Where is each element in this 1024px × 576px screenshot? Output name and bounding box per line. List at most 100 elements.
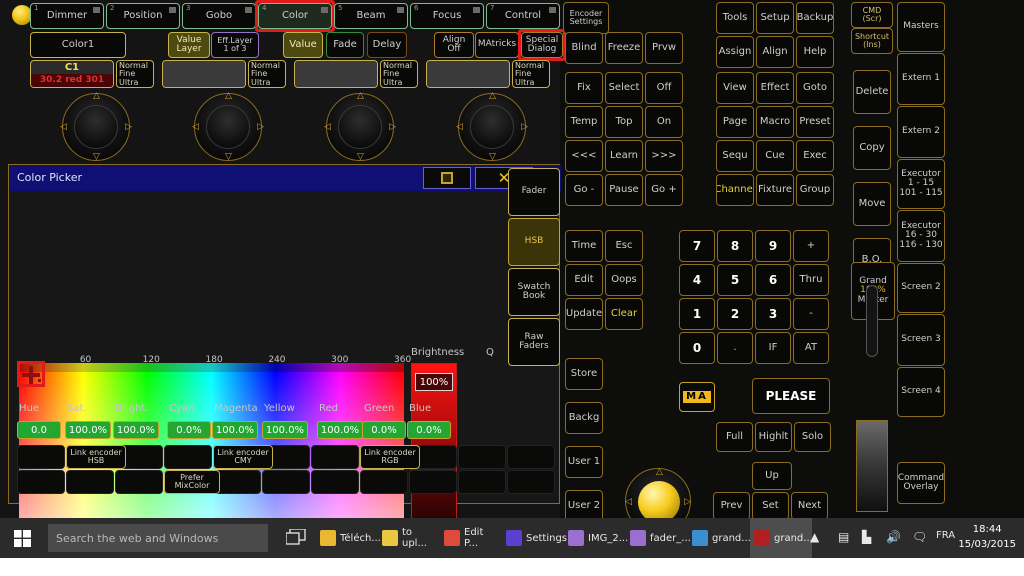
console-button-clear[interactable]: Clear <box>605 298 643 330</box>
search-input[interactable]: Search the web and Windows <box>48 524 268 552</box>
keypad-button-if[interactable]: IF <box>755 332 791 364</box>
console-button-store[interactable]: Store <box>565 358 603 390</box>
feature-tab-focus[interactable]: 6 Focus <box>410 3 484 29</box>
taskbar-item-4[interactable]: IMG_2... <box>564 518 628 558</box>
console-button-next[interactable]: Next <box>791 492 828 520</box>
link-encoder-hsb-button[interactable]: Link encoder HSB <box>66 445 126 469</box>
prefer-mixcolor-button[interactable]: Prefer MixColor <box>164 470 220 494</box>
mode-raw-faders-button[interactable]: Raw Faders <box>508 318 560 366</box>
console-button-solo[interactable]: Solo <box>794 422 831 452</box>
blank-button[interactable] <box>458 470 506 494</box>
console-button-macro[interactable]: Macro <box>756 106 794 138</box>
blank-button[interactable] <box>213 470 261 494</box>
keypad-button-dot[interactable]: . <box>717 332 753 364</box>
feature-tab-dimmer[interactable]: 1 Dimmer <box>30 3 104 29</box>
config-icon[interactable] <box>423 167 471 189</box>
console-button-view[interactable]: View <box>716 72 754 104</box>
console-button-time[interactable]: Time <box>565 230 603 262</box>
eff-layer-button[interactable]: Eff.Layer 1 of 3 <box>211 32 259 58</box>
taskbar-item-0[interactable]: Téléch... <box>316 518 381 558</box>
console-button-help[interactable]: Help <box>796 36 834 68</box>
encoder-wheel-3[interactable]: △ ▽ ◁ ▷ <box>324 92 396 162</box>
encoder-display-2[interactable] <box>162 60 246 88</box>
screen-button-screen3-6[interactable]: Screen 3 <box>897 314 945 366</box>
encoder-resolution-2[interactable]: Normal Fine Ultra <box>248 60 286 88</box>
console-button-esc[interactable]: Esc <box>605 230 643 262</box>
taskbar-item-5[interactable]: fader_... <box>626 518 691 558</box>
blank-button[interactable] <box>17 470 65 494</box>
encoder-display-1[interactable]: C1 30.2 red 301 <box>30 60 114 88</box>
mode-fader-button[interactable]: Fader <box>508 168 560 216</box>
playback-fader[interactable] <box>856 420 888 512</box>
keypad-button-3[interactable]: 3 <box>755 298 791 330</box>
encoder-resolution-4[interactable]: Normal Fine Ultra <box>512 60 550 88</box>
channel-value-cyan[interactable]: 0.0% <box>167 421 211 439</box>
console-button-assign[interactable]: Assign <box>716 36 754 68</box>
cmd-scr-button[interactable]: CMD (Scr) <box>851 2 893 28</box>
blank-button[interactable] <box>164 445 212 469</box>
blank-button[interactable] <box>311 445 359 469</box>
encoder-settings-button[interactable]: Encoder Settings <box>563 2 609 34</box>
mode-hsb-button[interactable]: HSB <box>508 218 560 266</box>
console-button-preset[interactable]: Preset <box>796 106 834 138</box>
console-button-sequ[interactable]: Sequ <box>716 140 754 172</box>
encoder-wheel-1[interactable]: △ ▽ ◁ ▷ <box>60 92 132 162</box>
console-button-copy[interactable]: Copy <box>853 126 891 170</box>
tray-hardware-icon[interactable]: ▤ <box>838 530 849 544</box>
console-button-select[interactable]: Select <box>605 72 643 104</box>
console-button-go[interactable]: Go - <box>565 174 603 206</box>
tray-network-icon[interactable]: ▙ <box>862 530 871 544</box>
feature-tab-beam[interactable]: 5 Beam <box>334 3 408 29</box>
console-button-[interactable]: <<< <box>565 140 603 172</box>
preset-color1-button[interactable]: Color1 <box>30 32 126 58</box>
console-button-effect[interactable]: Effect <box>756 72 794 104</box>
keypad-button-6[interactable]: 6 <box>755 264 791 296</box>
up-button[interactable]: Up <box>752 462 792 490</box>
channel-value-yellow[interactable]: 100.0% <box>262 421 308 439</box>
taskbar-item-3[interactable]: Settings <box>502 518 567 558</box>
keypad-button-1[interactable]: 1 <box>679 298 715 330</box>
keypad-button-9[interactable]: 9 <box>755 230 791 262</box>
encoder-display-3[interactable] <box>294 60 378 88</box>
start-button-icon[interactable] <box>0 518 44 558</box>
link-encoder-rgb-button[interactable]: Link encoder RGB <box>360 445 420 469</box>
encoder-resolution-3[interactable]: Normal Fine Ultra <box>380 60 418 88</box>
tray-volume-icon[interactable]: 🔊 <box>886 530 901 544</box>
fade-button[interactable]: Fade <box>326 32 364 58</box>
console-button-update[interactable]: Update <box>565 298 603 330</box>
screen-button-screen2-5[interactable]: Screen 2 <box>897 263 945 313</box>
feature-tab-control[interactable]: 7 Control <box>486 3 560 29</box>
command-overlay-button[interactable]: Command Overlay <box>897 462 945 504</box>
keypad-button-2[interactable]: 2 <box>717 298 753 330</box>
console-button-prvw[interactable]: Prvw <box>645 32 683 64</box>
blank-button[interactable] <box>458 445 506 469</box>
encoder-wheel-2[interactable]: △ ▽ ◁ ▷ <box>192 92 264 162</box>
console-button-temp[interactable]: Temp <box>565 106 603 138</box>
keypad-button-plus[interactable]: + <box>793 230 829 262</box>
keypad-button-8[interactable]: 8 <box>717 230 753 262</box>
keypad-button-7[interactable]: 7 <box>679 230 715 262</box>
console-button-oops[interactable]: Oops <box>605 264 643 296</box>
value-layer-button[interactable]: Value Layer <box>168 32 210 58</box>
console-button-fixture[interactable]: Fixture <box>756 174 794 206</box>
task-view-icon[interactable] <box>285 528 306 549</box>
console-button-full[interactable]: Full <box>716 422 753 452</box>
console-button-prev[interactable]: Prev <box>713 492 750 520</box>
color-crosshair-marker[interactable] <box>17 361 45 387</box>
grand-master-fader[interactable] <box>866 285 878 357</box>
console-button-fix[interactable]: Fix <box>565 72 603 104</box>
console-button-on[interactable]: On <box>645 106 683 138</box>
console-button-tools[interactable]: Tools <box>716 2 754 34</box>
taskbar-item-7[interactable]: grand... <box>750 518 813 558</box>
screen-button-screen4-7[interactable]: Screen 4 <box>897 367 945 417</box>
channel-value-blue[interactable]: 0.0% <box>407 421 451 439</box>
blank-button[interactable] <box>507 445 555 469</box>
console-button-setup[interactable]: Setup <box>756 2 794 34</box>
keypad-button-minus[interactable]: - <box>793 298 829 330</box>
screen-button-masters-0[interactable]: Masters <box>897 2 945 52</box>
special-dialog-button[interactable]: Special Dialog <box>521 32 563 58</box>
channel-value-sat[interactable]: 100.0% <box>65 421 111 439</box>
screen-button-executor-3[interactable]: Executor 1 - 15 101 - 115 <box>897 159 945 209</box>
keypad-button-thru[interactable]: Thru <box>793 264 829 296</box>
encoder-wheel-4[interactable]: △ ▽ ◁ ▷ <box>456 92 528 162</box>
